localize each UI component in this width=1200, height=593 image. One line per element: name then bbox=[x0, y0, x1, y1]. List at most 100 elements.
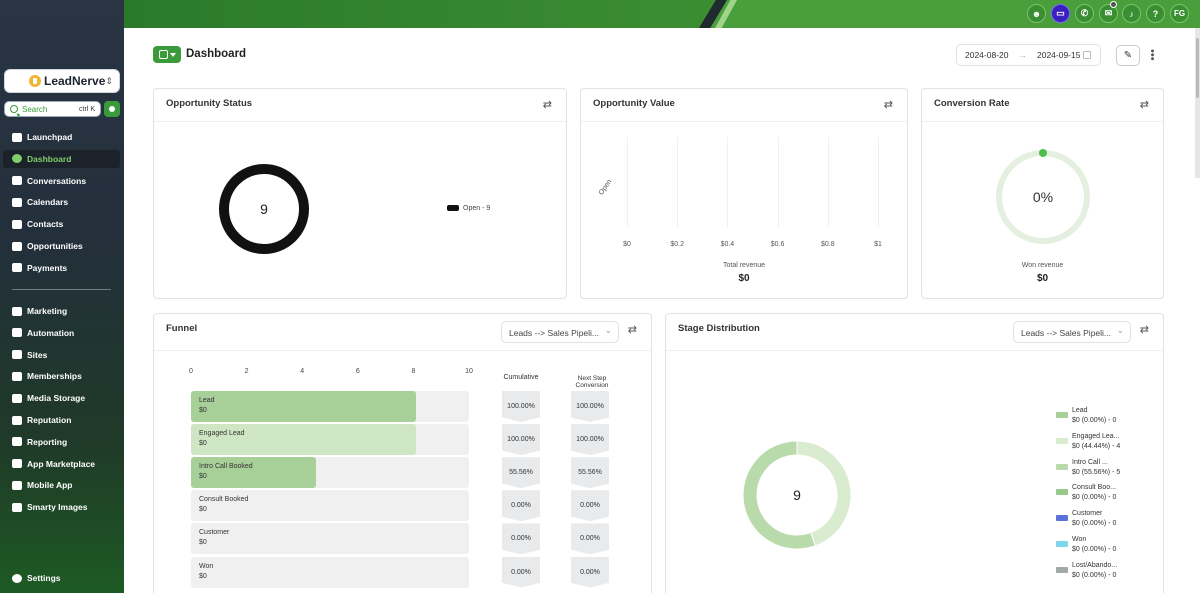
funnel-stage-name: Consult Booked bbox=[199, 496, 249, 504]
gauge-marker bbox=[1039, 149, 1047, 157]
legend-swatch bbox=[1056, 515, 1068, 522]
sidebar-item-app-marketplace[interactable]: App Marketplace bbox=[3, 455, 120, 473]
card-title: Funnel bbox=[166, 323, 198, 334]
funnel-stage-name: Lead bbox=[199, 397, 215, 404]
funnel-stage-value: $0 bbox=[199, 473, 207, 481]
sidebar-item-dashboard[interactable]: Dashboard bbox=[3, 149, 120, 168]
scrollbar-thumb[interactable] bbox=[1196, 38, 1199, 98]
grid-line bbox=[777, 137, 779, 227]
conversion-rate-card: Conversion Rate ⇄ 0% Won revenue $0 bbox=[921, 88, 1164, 299]
sidebar-item-marketing[interactable]: Marketing bbox=[3, 302, 120, 320]
sidebar-item-memberships[interactable]: Memberships bbox=[3, 367, 120, 385]
sidebar-item-media-storage[interactable]: Media Storage bbox=[3, 389, 120, 407]
next-step-header-line2: Conversion bbox=[575, 382, 609, 389]
sidebar-item-label: Launchpad bbox=[27, 132, 73, 142]
swap-icon[interactable]: ⇄ bbox=[884, 98, 893, 111]
date-range-picker[interactable]: 2024-08-20 → 2024-09-15 bbox=[956, 44, 1101, 66]
legend-item-open: Open - 9 bbox=[447, 205, 490, 212]
sidebar-item-label: Automation bbox=[27, 327, 75, 338]
funnel-tick-label: 6 bbox=[355, 368, 360, 375]
help-glyph: ? bbox=[1152, 8, 1159, 19]
sidebar-item-label: Contacts bbox=[27, 219, 64, 230]
sidebar-item-reporting[interactable]: Reporting bbox=[3, 433, 120, 451]
account-switcher[interactable]: LeadNerve ⇕ bbox=[4, 69, 120, 93]
funnel-tick-label: 10 bbox=[465, 368, 473, 375]
sidebar-item-label: Sites bbox=[27, 349, 48, 360]
legend-text: Engaged Lea... $0 (44.44%) - 4 bbox=[1072, 432, 1120, 452]
sidebar-item-label: Reporting bbox=[27, 436, 68, 447]
marketing-icon bbox=[12, 306, 22, 316]
dashboard-icon bbox=[12, 154, 22, 164]
edit-dashboard-button[interactable]: ✎ bbox=[1116, 45, 1140, 66]
legend-detail: $0 (55.56%) - 5 bbox=[1072, 468, 1121, 476]
sidebar-item-sites[interactable]: Sites bbox=[3, 346, 120, 364]
pipeline-select[interactable]: Leads --> Sales Pipeli... bbox=[501, 321, 619, 343]
bell-icon[interactable]: ♪ bbox=[1122, 4, 1141, 23]
grid-line bbox=[677, 137, 679, 227]
legend-name: Lost/Abando... bbox=[1072, 561, 1118, 569]
next-step-cell: 0.00% bbox=[571, 490, 609, 522]
conversion-gauge: 0% bbox=[996, 149, 1090, 244]
total-revenue-label: Total revenue bbox=[722, 262, 766, 269]
next-step-cell: 55.56% bbox=[571, 457, 609, 489]
conversion-value: 0% bbox=[1033, 189, 1053, 205]
sidebar-item-payments[interactable]: Payments bbox=[3, 259, 120, 277]
swap-icon[interactable]: ⇄ bbox=[1140, 98, 1149, 111]
stage-donut-slice[interactable] bbox=[742, 440, 817, 550]
funnel-bar-track bbox=[191, 523, 469, 555]
reputation-icon bbox=[12, 415, 22, 425]
dashboard-switcher-button[interactable] bbox=[153, 46, 181, 63]
sidebar-item-label: Memberships bbox=[27, 371, 82, 382]
sidebar-item-smarty-images[interactable]: Smarty Images bbox=[3, 498, 120, 516]
sidebar-item-automation[interactable]: Automation bbox=[3, 324, 120, 342]
sidebar-item-reputation[interactable]: Reputation bbox=[3, 411, 120, 429]
search-placeholder: Search bbox=[22, 104, 48, 114]
sidebar-item-launchpad[interactable]: Launchpad bbox=[3, 128, 120, 146]
sidebar-item-contacts[interactable]: Contacts bbox=[3, 215, 120, 233]
sidebar: LeadNerve ⇕ Search ctrl K Settings Launc… bbox=[0, 0, 124, 593]
message-icon[interactable]: ▭ bbox=[1051, 4, 1070, 23]
funnel-stage-name: Engaged Lead bbox=[199, 430, 245, 438]
next-step-header-line1: Next Step bbox=[577, 375, 607, 382]
date-end: 2024-09-15 bbox=[1036, 50, 1081, 60]
legend-name: Intro Call ... bbox=[1072, 458, 1108, 466]
stage-donut-chart: 9 bbox=[742, 440, 852, 550]
search-input[interactable]: Search ctrl K bbox=[4, 101, 101, 117]
legend-swatch bbox=[1056, 541, 1068, 547]
card-title: Opportunity Value bbox=[593, 98, 675, 109]
calendar-icon bbox=[1083, 51, 1092, 59]
notification-dot bbox=[1110, 1, 1117, 8]
page-scrollbar[interactable] bbox=[1195, 28, 1200, 178]
funnel-tick-label: 2 bbox=[244, 368, 249, 375]
next-step-cell: 0.00% bbox=[571, 523, 609, 555]
card-divider bbox=[922, 121, 1163, 122]
legend-swatch bbox=[1056, 463, 1068, 470]
sidebar-item-label: Media Storage bbox=[27, 393, 86, 404]
swap-icon[interactable]: ⇄ bbox=[628, 323, 637, 336]
stage-donut-slice[interactable] bbox=[796, 440, 852, 547]
topbar-decor bbox=[124, 0, 724, 28]
robot-icon[interactable]: ☻ bbox=[1027, 4, 1046, 23]
quick-add-user-button[interactable] bbox=[104, 101, 120, 117]
funnel-stage-name: Customer bbox=[199, 529, 230, 537]
swap-icon[interactable]: ⇄ bbox=[1140, 323, 1149, 336]
memberships-icon bbox=[12, 371, 22, 381]
sidebar-item-label: Mobile App bbox=[27, 480, 73, 491]
help-icon[interactable]: ? bbox=[1146, 4, 1165, 23]
more-options-icon[interactable]: ••• bbox=[1146, 49, 1158, 61]
legend-name: Won bbox=[1072, 536, 1087, 543]
pipeline-select[interactable]: Leads --> Sales Pipeli... bbox=[1013, 321, 1131, 343]
phone-icon[interactable]: ✆ bbox=[1075, 4, 1094, 23]
payments-icon bbox=[12, 263, 22, 273]
sidebar-item-mobile-app[interactable]: Mobile App bbox=[3, 476, 120, 494]
sidebar-item-calendars[interactable]: Calendars bbox=[3, 193, 120, 211]
sidebar-item-conversations[interactable]: Conversations bbox=[3, 172, 120, 190]
avatar[interactable]: FG bbox=[1170, 4, 1189, 23]
sidebar-item-label: Calendars bbox=[27, 197, 69, 208]
swap-icon[interactable]: ⇄ bbox=[543, 98, 552, 111]
calendar-icon bbox=[12, 197, 22, 207]
sidebar-item-label: Settings bbox=[27, 573, 61, 583]
funnel-stage-value: $0 bbox=[199, 407, 207, 414]
sidebar-item-settings[interactable]: Settings bbox=[3, 569, 120, 587]
sidebar-item-opportunities[interactable]: Opportunities bbox=[3, 237, 120, 255]
